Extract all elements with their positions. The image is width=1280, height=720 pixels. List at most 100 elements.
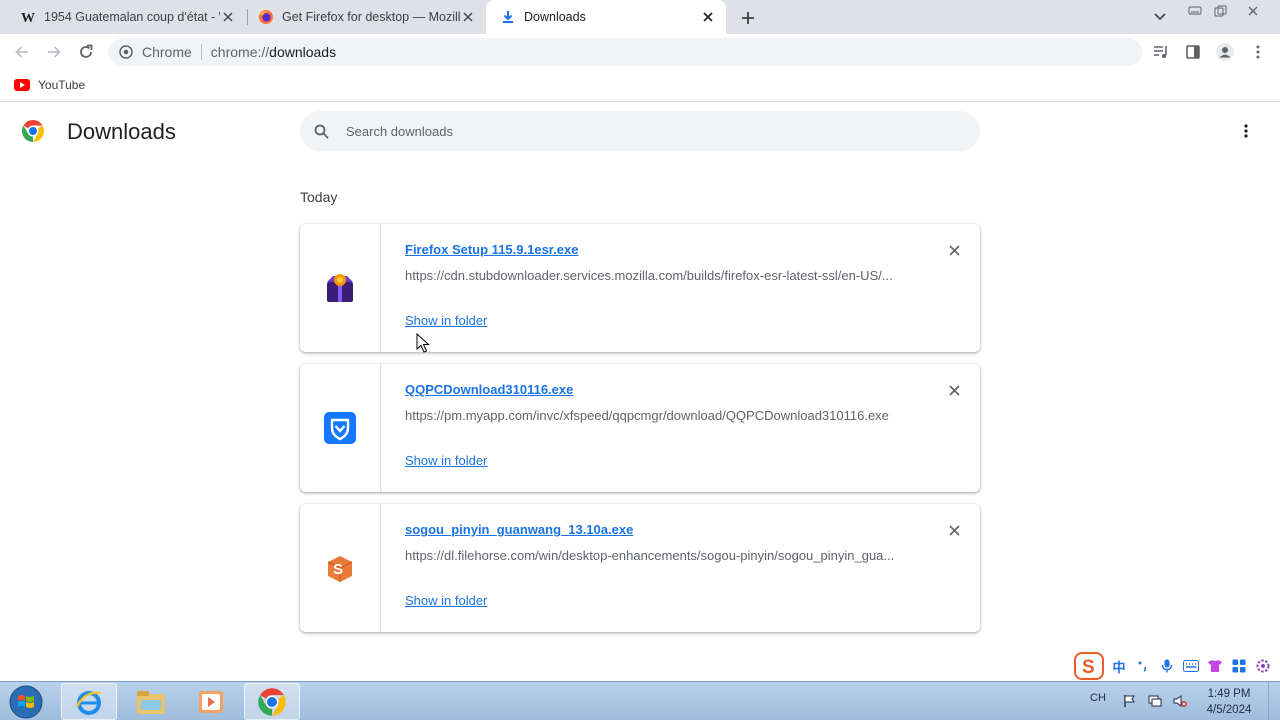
remove-download-button[interactable] — [946, 522, 962, 538]
bookmark-label: YouTube — [38, 78, 86, 92]
search-input[interactable] — [346, 123, 946, 139]
action-center-flag-icon[interactable] — [1123, 694, 1137, 708]
windows-taskbar: CH 1:49 PM 4/5/2024 — [0, 681, 1280, 720]
show-desktop-button[interactable] — [1268, 682, 1280, 720]
start-button[interactable] — [4, 683, 48, 720]
tab-strip: W 1954 Guatemalan coup d'état - W Get Fi… — [0, 0, 1280, 34]
tab-title: 1954 Guatemalan coup d'état - W — [44, 10, 220, 24]
download-icon — [500, 9, 516, 25]
skin-icon[interactable] — [1206, 657, 1224, 675]
file-icon-column: S — [300, 504, 381, 632]
url-text[interactable]: chrome://downloads — [211, 44, 336, 60]
restore-button[interactable] — [1212, 4, 1230, 18]
taskbar-internet-explorer[interactable] — [61, 683, 117, 720]
close-icon — [948, 384, 960, 396]
show-in-folder-link[interactable]: Show in folder — [405, 593, 487, 608]
network-icon[interactable] — [1148, 694, 1162, 708]
media-controls-button[interactable] — [1151, 42, 1171, 62]
chevron-down-icon — [1154, 13, 1166, 21]
bookmark-youtube[interactable]: YouTube — [14, 78, 85, 92]
ime-toolbar[interactable]: S 中 — [1074, 651, 1278, 681]
minimize-button[interactable] — [1186, 4, 1204, 18]
input-language-indicator[interactable]: CH — [1090, 692, 1106, 704]
tab-downloads[interactable]: Downloads — [486, 0, 726, 34]
tab-title: Downloads — [524, 10, 586, 24]
svg-text:S: S — [1082, 657, 1095, 678]
tab-search-button[interactable] — [1152, 10, 1168, 24]
bookmarks-bar: YouTube — [0, 70, 1280, 102]
profile-button[interactable] — [1215, 42, 1235, 62]
remove-download-button[interactable] — [946, 242, 962, 258]
tab-firefox[interactable]: Get Firefox for desktop — Mozilla — [238, 0, 486, 34]
address-bar[interactable]: Chrome chrome://downloads — [108, 38, 1142, 66]
side-panel-icon — [1186, 45, 1200, 59]
download-filename-link[interactable]: sogou_pinyin_guanwang_13.10a.exe — [405, 522, 633, 537]
microphone-icon[interactable] — [1158, 657, 1176, 675]
more-actions-button[interactable] — [1236, 121, 1256, 141]
back-arrow-icon — [15, 46, 28, 58]
url-scheme: chrome:// — [210, 44, 270, 60]
taskbar-media-player[interactable] — [183, 683, 239, 720]
url-host: downloads — [269, 44, 337, 60]
site-label: Chrome — [142, 44, 192, 60]
sogou-ime-logo-icon[interactable]: S — [1074, 652, 1104, 680]
close-icon — [948, 524, 960, 536]
download-item: QQPCDownload310116.exe https://pm.myapp.… — [300, 364, 980, 492]
qq-pc-manager-icon — [324, 412, 356, 444]
close-tab-icon[interactable] — [220, 9, 236, 25]
chrome-menu-button[interactable] — [1248, 42, 1268, 62]
file-icon-column — [300, 364, 381, 492]
volume-muted-icon[interactable] — [1173, 694, 1187, 708]
date-section-label: Today — [300, 189, 338, 205]
new-tab-button[interactable] — [738, 8, 758, 28]
file-icon-column — [300, 224, 381, 352]
forward-arrow-icon — [48, 46, 61, 58]
close-tab-icon[interactable] — [700, 9, 716, 25]
keyboard-icon[interactable] — [1182, 657, 1200, 675]
kebab-menu-icon — [1256, 45, 1260, 59]
kebab-menu-icon — [1244, 124, 1248, 138]
clock-time: 1:49 PM — [1207, 688, 1251, 700]
media-player-icon — [199, 690, 223, 713]
download-source-url[interactable]: https://cdn.stubdownloader.services.mozi… — [405, 268, 905, 283]
taskbar-chrome[interactable] — [244, 683, 300, 720]
avatar-icon — [1216, 43, 1234, 61]
back-button[interactable] — [12, 42, 32, 62]
download-filename-link[interactable]: QQPCDownload310116.exe — [405, 382, 573, 397]
punctuation-icon[interactable] — [1134, 657, 1152, 675]
show-in-folder-link[interactable]: Show in folder — [405, 313, 487, 328]
tab-title: Get Firefox for desktop — Mozilla — [282, 10, 460, 24]
close-tab-icon[interactable] — [460, 9, 476, 25]
ime-settings-icon[interactable] — [1254, 657, 1272, 675]
download-source-url[interactable]: https://pm.myapp.com/invc/xfspeed/qqpcmg… — [405, 408, 905, 423]
wikipedia-icon: W — [20, 9, 36, 25]
internet-explorer-icon — [75, 690, 102, 715]
firefox-icon — [258, 9, 274, 25]
tab-wikipedia[interactable]: W 1954 Guatemalan coup d'état - W — [0, 0, 246, 34]
close-icon — [948, 244, 960, 256]
plus-icon — [742, 12, 754, 24]
forward-button[interactable] — [44, 42, 64, 62]
ime-mode-toggle[interactable]: 中 — [1110, 657, 1128, 675]
chrome-icon — [258, 687, 286, 716]
close-window-button[interactable] — [1244, 4, 1262, 18]
download-item: S sogou_pinyin_guanwang_13.10a.exe https… — [300, 504, 980, 632]
taskbar-file-explorer[interactable] — [123, 683, 179, 720]
show-in-folder-link[interactable]: Show in folder — [405, 453, 487, 468]
downloads-header: Downloads — [0, 103, 1280, 159]
clock-date: 4/5/2024 — [1206, 704, 1252, 716]
toolbox-icon[interactable] — [1230, 657, 1248, 675]
youtube-icon — [14, 79, 30, 91]
search-box[interactable] — [300, 111, 980, 151]
file-explorer-icon — [137, 690, 165, 714]
reload-button[interactable] — [76, 42, 96, 62]
chrome-site-icon[interactable] — [118, 44, 134, 60]
playlist-icon — [1154, 46, 1167, 58]
mouse-cursor-icon — [416, 333, 430, 353]
chrome-logo-icon — [22, 120, 44, 142]
download-filename-link[interactable]: Firefox Setup 115.9.1esr.exe — [405, 242, 578, 257]
download-source-url[interactable]: https://dl.filehorse.com/win/desktop-enh… — [405, 548, 905, 563]
system-clock[interactable]: 1:49 PM 4/5/2024 — [1198, 686, 1260, 718]
remove-download-button[interactable] — [946, 382, 962, 398]
side-panel-button[interactable] — [1183, 42, 1203, 62]
